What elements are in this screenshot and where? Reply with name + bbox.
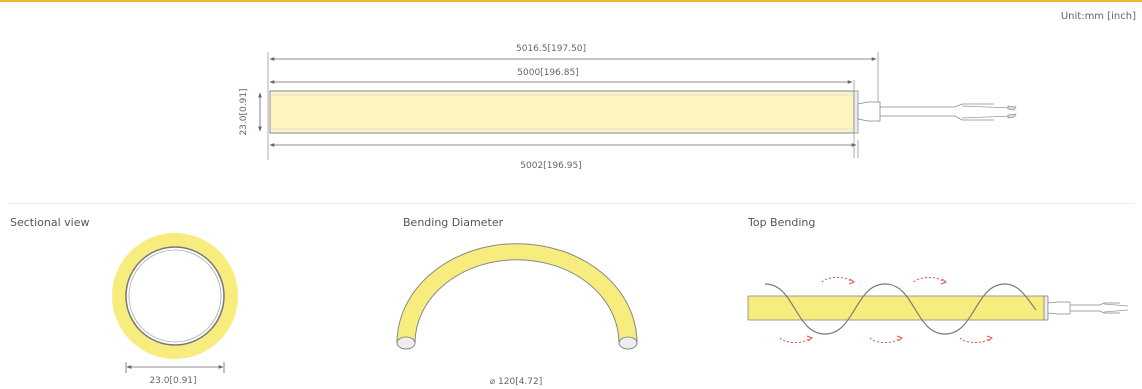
- section-dimension-label: 23.0[0.91]: [149, 376, 196, 386]
- top-cable-gland: [1047, 301, 1071, 315]
- strip-body: [269, 90, 855, 134]
- end-cap: [853, 90, 859, 134]
- top-bending-drawing: [747, 276, 1129, 344]
- bent-strip: [396, 243, 638, 344]
- bending-diameter-title: Bending Diameter: [403, 216, 504, 229]
- main-side-drawing: 5016.5[197.50] 5000[196.85] 23.0[0.91] 5…: [239, 44, 1017, 171]
- bending-dimension-label: ⌀ 120[4.72]: [490, 377, 543, 387]
- section-divider: [8, 203, 1134, 204]
- bent-strip-end: [396, 336, 416, 350]
- height-label: 23.0[0.91]: [239, 88, 249, 135]
- top-strip-cap: [1043, 295, 1049, 321]
- wire: [961, 105, 1013, 119]
- sectional-view-drawing: 23.0[0.91]: [112, 233, 238, 386]
- section-inner-circle: [125, 246, 225, 346]
- bending-diameter-drawing: ⌀ 120[4.72]: [396, 243, 638, 387]
- top-strip-body: [747, 295, 1045, 321]
- bent-strip-end: [618, 336, 638, 350]
- overall-length-label: 5016.5[197.50]: [516, 44, 586, 54]
- top-bending-title: Top Bending: [748, 216, 816, 229]
- sectional-view-title: Sectional view: [10, 216, 90, 229]
- wire-ends: [1007, 105, 1017, 119]
- total-length-label: 5002[196.95]: [520, 161, 581, 171]
- top-wire: [1103, 303, 1129, 313]
- cable-gland: [857, 101, 881, 122]
- body-length-label: 5000[196.85]: [517, 68, 578, 78]
- technical-drawing: 5016.5[197.50] 5000[196.85] 23.0[0.91] 5…: [112, 44, 1129, 387]
